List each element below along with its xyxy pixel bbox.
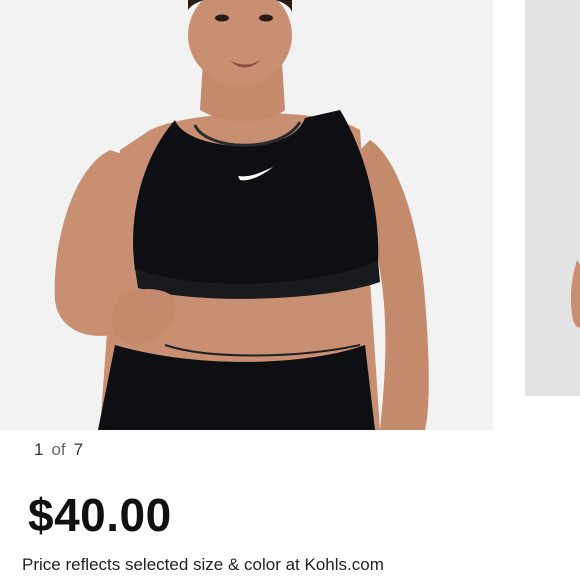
model-photo-next xyxy=(525,0,580,396)
image-counter-current: 1 xyxy=(34,440,44,459)
product-image-main[interactable] xyxy=(0,0,493,430)
price-note: Price reflects selected size & color at … xyxy=(22,555,384,574)
product-image-next[interactable] xyxy=(525,0,580,396)
product-price: $40.00 xyxy=(28,489,172,541)
image-counter-separator: of xyxy=(51,440,66,459)
image-counter-total: 7 xyxy=(73,440,84,459)
model-photo xyxy=(0,0,493,430)
image-counter: 1 of 7 xyxy=(34,440,83,460)
product-image-carousel[interactable] xyxy=(0,0,580,430)
